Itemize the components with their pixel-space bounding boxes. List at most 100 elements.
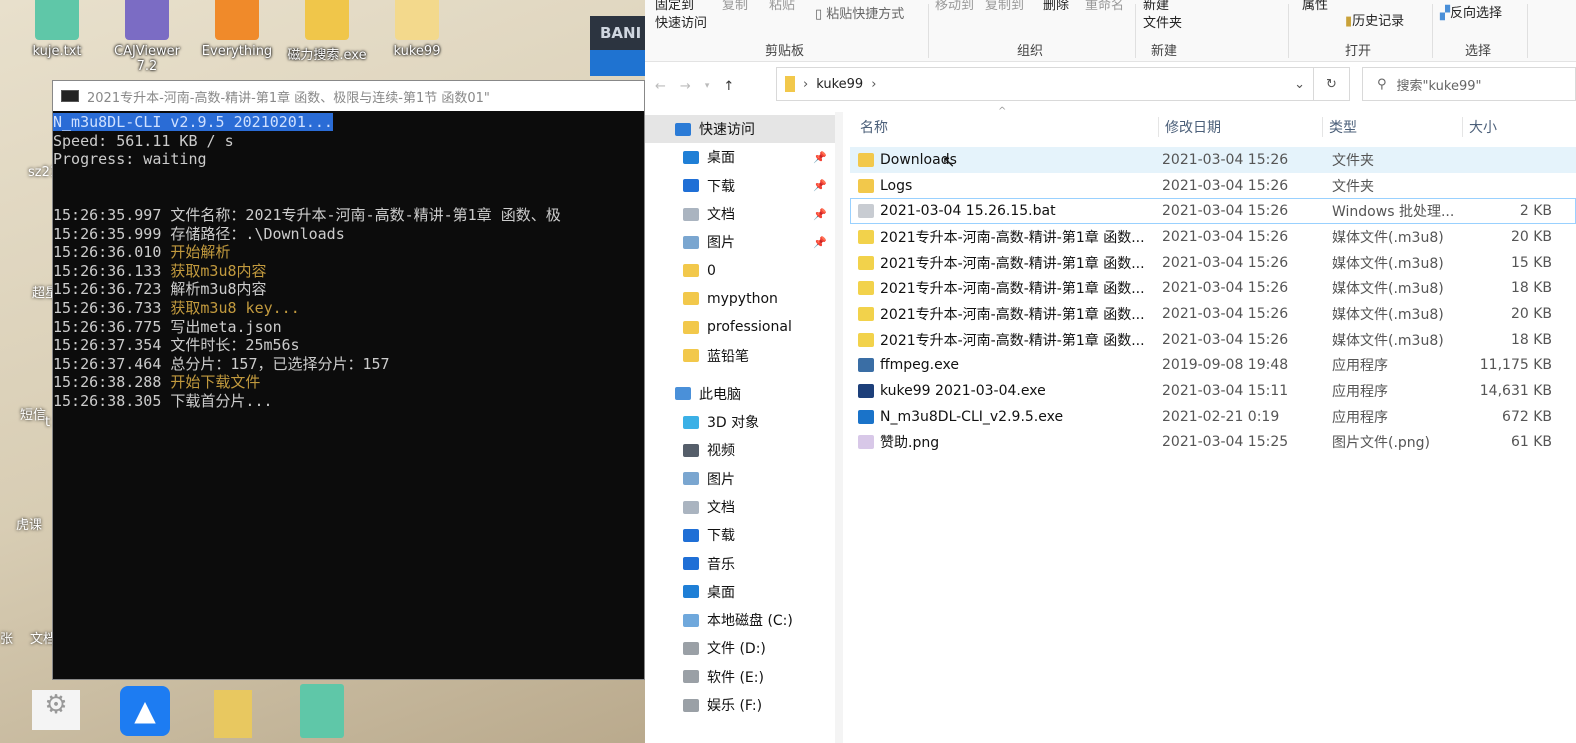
nav-item[interactable]: 下载 📌 bbox=[645, 172, 835, 200]
console-header: N_m3u8DL-CLI v2.9.5 20210201... bbox=[53, 113, 333, 131]
desktop-icon[interactable]: kuke99 bbox=[377, 0, 457, 59]
console-progress: Progress: waiting bbox=[53, 150, 207, 169]
console-output[interactable]: N_m3u8DL-CLI v2.9.5 20210201... Speed: 5… bbox=[53, 111, 644, 411]
refresh-button[interactable]: ↻ bbox=[1314, 67, 1350, 101]
nav-item[interactable]: professional bbox=[645, 313, 835, 341]
paste-shortcut-button[interactable]: ▯ 粘贴快捷方式 bbox=[815, 3, 904, 22]
desktop-icon-label[interactable]: 张 bbox=[0, 628, 13, 647]
nav-item[interactable]: 蓝铅笔 bbox=[645, 341, 835, 369]
file-row[interactable]: 2021专升本-河南-高数-精讲-第1章 函数... 2021-03-04 15:… bbox=[850, 301, 1576, 327]
file-row[interactable]: 2021专升本-河南-高数-精讲-第1章 函数... 2021-03-04 15:… bbox=[850, 327, 1576, 353]
console-window[interactable]: 2021专升本-河南-高数-精讲-第1章 函数、极限与连续-第1节 函数01" … bbox=[52, 80, 645, 680]
nav-item[interactable]: 桌面 bbox=[645, 578, 835, 606]
desktop-icon-label[interactable]: t bbox=[45, 415, 50, 430]
nav-item[interactable]: 图片 bbox=[645, 465, 835, 493]
taskbar-icon-notes[interactable] bbox=[300, 684, 344, 738]
desktop-icon-label[interactable]: 虎课 bbox=[16, 514, 42, 533]
file-explorer-window[interactable]: 固定到 快速访问 复制 粘贴 ▯ 粘贴快捷方式 移动到 复制到 删除 重命名 新… bbox=[645, 0, 1576, 743]
console-speed: Speed: 561.11 KB / s bbox=[53, 131, 234, 150]
taskbar-icon-shortcut[interactable] bbox=[214, 690, 252, 738]
banner-text: BANI bbox=[600, 24, 642, 42]
up-button[interactable]: ↑ bbox=[723, 79, 734, 94]
nav-item-label: 文档 bbox=[707, 500, 735, 516]
nav-item[interactable]: 视频 bbox=[645, 436, 835, 464]
nav-item[interactable]: 文档 📌 bbox=[645, 200, 835, 228]
media-icon bbox=[858, 255, 874, 270]
desktop-icon-label[interactable]: 短信 bbox=[20, 404, 46, 423]
nav-scrollbar[interactable] bbox=[835, 112, 843, 743]
nav-item[interactable]: 快速访问 bbox=[645, 115, 835, 144]
copy-button[interactable]: 复制 bbox=[722, 0, 748, 13]
column-type[interactable]: 类型 bbox=[1322, 117, 1457, 137]
file-row[interactable]: kuke99 2021-03-04.exe 2021-03-04 15:11 应用程… bbox=[850, 378, 1576, 404]
nav-item[interactable]: 软件 (E:) bbox=[645, 663, 835, 691]
new-folder-label[interactable]: 文件夹 bbox=[1143, 12, 1182, 31]
file-row[interactable]: 2021专升本-河南-高数-精讲-第1章 函数... 2021-03-04 15:… bbox=[850, 224, 1576, 250]
log-time: 15:26:38.288 bbox=[53, 373, 162, 392]
file-row[interactable]: 2021专升本-河南-高数-精讲-第1章 函数... 2021-03-04 15:… bbox=[850, 250, 1576, 276]
desktop-icon-image bbox=[35, 0, 79, 40]
file-type: 文件夹 bbox=[1332, 152, 1374, 169]
file-list[interactable]: 名称 ^ 修改日期 类型 大小 Downloads 2021-03-04 15:2… bbox=[850, 106, 1576, 743]
move-to-button[interactable]: 移动到 bbox=[935, 0, 974, 13]
file-row[interactable]: N_m3u8DL-CLI_v2.9.5.exe 2021-02-21 0:19 应用… bbox=[850, 404, 1576, 430]
desktop-icon[interactable]: Everything bbox=[197, 0, 277, 59]
nav-item[interactable]: 3D 对象 bbox=[645, 408, 835, 436]
nav-item[interactable]: mypython bbox=[645, 285, 835, 313]
delete-button[interactable]: 删除 bbox=[1043, 0, 1069, 13]
log-time: 15:26:36.723 bbox=[53, 280, 162, 299]
chevron-right-icon[interactable]: › bbox=[871, 77, 876, 92]
log-time: 15:26:35.997 bbox=[53, 205, 162, 224]
address-bar[interactable]: › kuke99 › ⌄ bbox=[776, 67, 1314, 101]
log-message: 获取m3u8内容 bbox=[170, 261, 267, 280]
copy-to-button[interactable]: 复制到 bbox=[985, 0, 1024, 13]
file-row[interactable]: 赞助.png 2021-03-04 15:25 图片文件(.png) 61 KB bbox=[850, 430, 1576, 456]
file-row[interactable]: 2021-03-04 15.26.15.bat 2021-03-04 15:26 W… bbox=[850, 198, 1576, 225]
nav-item[interactable]: 桌面 📌 bbox=[645, 143, 835, 171]
file-row[interactable]: Downloads 2021-03-04 15:26 文件夹 bbox=[850, 147, 1576, 173]
file-row[interactable]: 2021专升本-河南-高数-精讲-第1章 函数... 2021-03-04 15:… bbox=[850, 275, 1576, 301]
file-row[interactable]: ffmpeg.exe 2019-09-08 19:48 应用程序 11,175 KB bbox=[850, 353, 1576, 379]
back-button[interactable]: ← bbox=[655, 79, 666, 94]
chevron-down-icon[interactable]: ⌄ bbox=[1294, 77, 1305, 92]
properties-button[interactable]: 属性 bbox=[1302, 0, 1328, 13]
console-titlebar[interactable]: 2021专升本-河南-高数-精讲-第1章 函数、极限与连续-第1节 函数01" bbox=[53, 81, 644, 111]
desktop-icon[interactable]: CAJViewer 7.2 bbox=[107, 0, 187, 74]
file-row[interactable]: Logs 2021-03-04 15:26 文件夹 bbox=[850, 173, 1576, 199]
folder-icon bbox=[683, 264, 699, 278]
column-size[interactable]: 大小 bbox=[1462, 117, 1497, 137]
file-size: 672 KB bbox=[1502, 408, 1552, 425]
taskbar-icon-app[interactable]: ▲ bbox=[120, 686, 170, 736]
breadcrumb[interactable]: kuke99 bbox=[816, 77, 863, 92]
chevron-right-icon[interactable]: › bbox=[803, 77, 808, 92]
group-open: 打开 bbox=[1345, 44, 1372, 59]
column-name[interactable]: 名称 bbox=[860, 117, 1130, 137]
navigation-pane[interactable]: 快速访问 桌面 📌 下载 📌 文档 📌 图片 📌 0 mypython professional 蓝铅笔… bbox=[645, 115, 835, 743]
nav-item[interactable]: 娱乐 (F:) bbox=[645, 691, 835, 719]
column-date[interactable]: 修改日期 bbox=[1158, 117, 1221, 137]
desktop-icon[interactable]: 磁力搜索.exe bbox=[287, 0, 367, 63]
taskbar-icon-settings[interactable]: ⚙ bbox=[32, 690, 80, 730]
invert-selection-button[interactable]: ▞反向选择 bbox=[1440, 2, 1502, 21]
file-size: 2 KB bbox=[1519, 203, 1552, 220]
paste-button[interactable]: 粘贴 bbox=[769, 0, 795, 13]
desktop-icon[interactable]: kuje.txt bbox=[17, 0, 97, 59]
exe-icon bbox=[858, 358, 874, 373]
history-button[interactable]: ▮历史记录 bbox=[1345, 10, 1404, 29]
nav-item[interactable]: 文件 (D:) bbox=[645, 634, 835, 662]
nav-item[interactable]: 本地磁盘 (C:) bbox=[645, 606, 835, 634]
nav-item-label: 下载 bbox=[707, 528, 735, 545]
recent-dropdown[interactable]: ▾ bbox=[705, 81, 710, 91]
nav-item[interactable]: 图片 📌 bbox=[645, 228, 835, 256]
search-input[interactable]: ⚲ 搜索"kuke99" bbox=[1362, 67, 1576, 101]
nav-item[interactable]: 0 bbox=[645, 256, 835, 284]
nav-item[interactable]: 下载 bbox=[645, 521, 835, 549]
nav-item[interactable]: 此电脑 bbox=[645, 380, 835, 408]
nav-item[interactable]: 文档 bbox=[645, 493, 835, 521]
forward-button[interactable]: → bbox=[680, 79, 691, 94]
pin-label[interactable]: 快速访问 bbox=[655, 12, 707, 31]
log-time: 15:26:37.464 bbox=[53, 354, 162, 373]
rename-button[interactable]: 重命名 bbox=[1085, 0, 1124, 13]
log-line: 15:26:35.999 存储路径：.\Downloads bbox=[53, 225, 345, 243]
nav-item[interactable]: 音乐 bbox=[645, 549, 835, 577]
